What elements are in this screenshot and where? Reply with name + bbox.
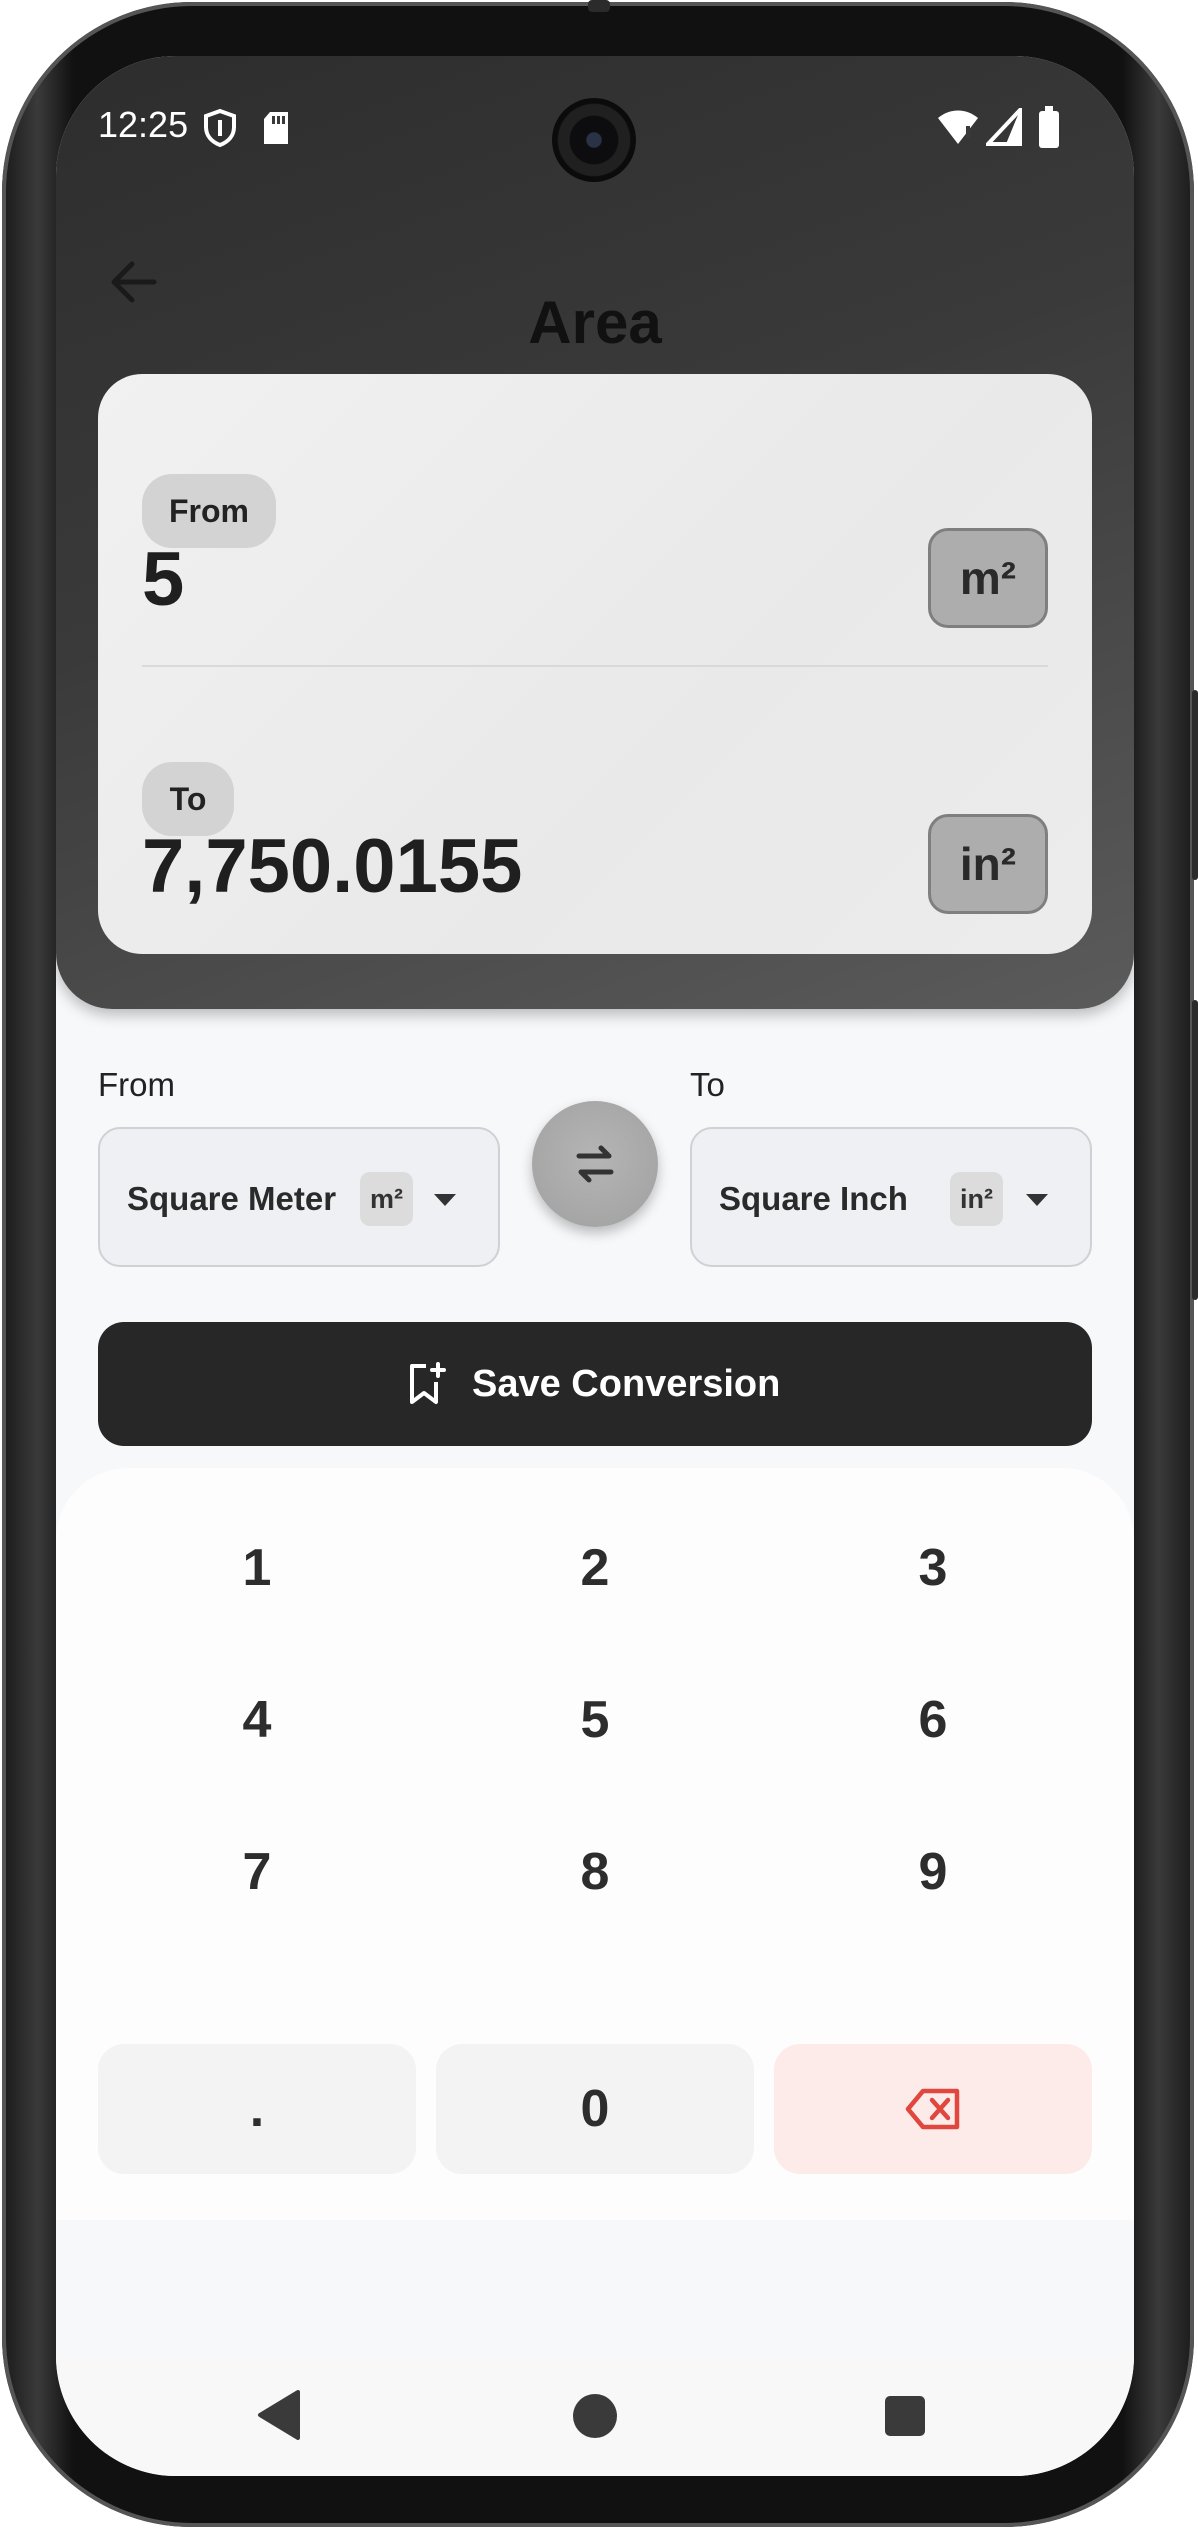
key-6[interactable]: 6 <box>774 1660 1092 1780</box>
key-9[interactable]: 9 <box>774 1812 1092 1932</box>
key-decimal[interactable]: . <box>98 2044 416 2174</box>
backspace-icon <box>905 2088 960 2130</box>
result-card: From 5 m² To 7,750.0155 in² <box>98 374 1092 954</box>
battery-icon <box>1038 106 1060 148</box>
status-time: 12:25 <box>98 104 189 145</box>
to-unit-abbr: in² <box>950 1172 1003 1226</box>
key-4[interactable]: 4 <box>98 1660 416 1780</box>
key-7[interactable]: 7 <box>98 1812 416 1932</box>
swap-arrows-icon <box>576 1145 614 1183</box>
key-8[interactable]: 8 <box>436 1812 754 1932</box>
signal-icon <box>983 104 1022 146</box>
keypad: 1 2 3 4 5 6 7 8 9 . 0 <box>56 1468 1134 2220</box>
to-value: 7,750.0155 <box>142 824 523 909</box>
app-header: 12:25 Area From 5 m² To 7,750.0155 in² <box>56 56 1134 1009</box>
page-title: Area <box>528 289 662 356</box>
sd-card-icon <box>262 110 290 146</box>
system-nav-bar <box>56 2356 1134 2476</box>
card-divider <box>142 665 1048 667</box>
chevron-down-icon <box>1026 1194 1048 1206</box>
nav-home-button[interactable] <box>572 2393 618 2439</box>
from-selector-label: From <box>98 1066 175 1103</box>
bookmark-add-icon <box>410 1362 446 1404</box>
key-2[interactable]: 2 <box>436 1508 754 1628</box>
save-conversion-button[interactable]: Save Conversion <box>98 1322 1092 1446</box>
key-backspace[interactable] <box>774 2044 1092 2174</box>
volume-button <box>1192 1000 1198 1300</box>
wifi-icon <box>936 108 980 146</box>
from-unit-selector[interactable]: Square Meter m² <box>98 1127 500 1267</box>
from-unit-abbr: m² <box>360 1172 413 1226</box>
from-unit-chip[interactable]: m² <box>928 528 1048 628</box>
square-recents-icon <box>885 2396 925 2436</box>
to-unit-selector[interactable]: Square Inch in² <box>690 1127 1092 1267</box>
shield-icon <box>202 108 238 148</box>
front-camera <box>552 98 636 182</box>
to-unit-chip[interactable]: in² <box>928 814 1048 914</box>
frame-antenna-line <box>588 0 610 12</box>
nav-back-button[interactable] <box>254 2388 304 2442</box>
key-5[interactable]: 5 <box>436 1660 754 1780</box>
circle-home-icon <box>573 2394 617 2438</box>
key-0[interactable]: 0 <box>436 2044 754 2174</box>
to-selector-label: To <box>690 1066 725 1103</box>
key-1[interactable]: 1 <box>98 1508 416 1628</box>
triangle-back-icon <box>258 2390 300 2440</box>
key-3[interactable]: 3 <box>774 1508 1092 1628</box>
from-unit-name: Square Meter <box>127 1180 337 1217</box>
phone-screen: 12:25 Area From 5 m² To 7,750.0155 in² F… <box>56 56 1134 2476</box>
chevron-down-icon <box>434 1194 456 1206</box>
save-conversion-label: Save Conversion <box>472 1363 781 1405</box>
swap-button[interactable] <box>532 1101 658 1227</box>
power-button <box>1192 690 1198 880</box>
from-value[interactable]: 5 <box>142 535 184 625</box>
nav-recents-button[interactable] <box>884 2395 926 2437</box>
to-unit-name: Square Inch <box>719 1180 908 1217</box>
